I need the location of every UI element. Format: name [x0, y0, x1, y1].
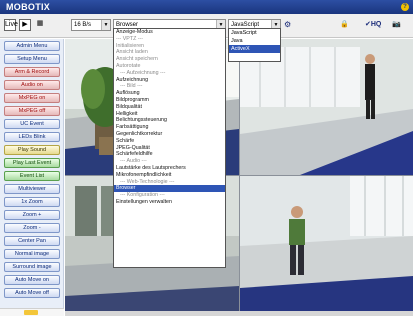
sidebar-button-7[interactable]: LEDs Blink	[4, 132, 60, 142]
sidebar-button-11[interactable]: Multiviewer	[4, 184, 60, 194]
mode-option-15[interactable]: Gegenlichtkorrektur	[114, 131, 225, 138]
chevron-down-icon: ▼	[101, 20, 110, 30]
mode-option-25[interactable]: Einstellungen verwalten	[114, 199, 225, 206]
mode-option-7[interactable]: Aufzeichnung	[114, 77, 225, 84]
lock-icon[interactable]: 🔒	[340, 20, 349, 28]
mode-option-2: Initialisieren	[116, 42, 144, 49]
sidebar-button-9[interactable]: Play Last Event	[4, 158, 60, 168]
sidebar-button-0[interactable]: Admin Menu	[4, 41, 60, 51]
mode-option-22: --- Web-Technologie ---	[120, 178, 175, 185]
mode-option-21[interactable]: Mikrofonempfindlichkeit	[114, 172, 225, 179]
sidebar-button-3[interactable]: Audio on	[4, 80, 60, 90]
sidebar-button-12[interactable]: 1x Zoom	[4, 197, 60, 207]
mode-option-1: --- VPTZ ---	[116, 35, 144, 42]
footer-bar	[65, 311, 413, 316]
vhq-toggle[interactable]: ✔HQ	[365, 20, 381, 28]
sidebar-button-4[interactable]: MxPEG on	[4, 93, 60, 103]
mode-option-11[interactable]: Bildqualität	[114, 104, 225, 111]
script-option-1[interactable]: Java	[229, 37, 280, 45]
fps-value: 16 B/s	[74, 22, 92, 28]
sidebar-button-13[interactable]: Zoom +	[4, 210, 60, 220]
mode-option-6: --- Aufzeichnung ---	[120, 69, 166, 76]
sidebar-button-8[interactable]: Play Sound	[4, 145, 60, 155]
grid-icon[interactable]: ▦	[34, 19, 46, 31]
help-icon[interactable]: ?	[401, 3, 409, 11]
sidebar-button-16[interactable]: Normal image	[4, 249, 60, 259]
mode-option-9[interactable]: Auflösung	[114, 90, 225, 97]
fps-select[interactable]: 16 B/s ▼	[71, 19, 111, 31]
mode-option-10[interactable]: Bildprogramm	[114, 97, 225, 104]
script-option-0[interactable]: JavaScript	[229, 29, 280, 37]
sidebar-button-6[interactable]: UC Event	[4, 119, 60, 129]
mode-option-5: Autorotate	[116, 62, 141, 69]
brand-logo: MOBOTIX	[6, 2, 51, 12]
sidebar: Admin Menu Setup Menu Arm & Record Audio on…	[0, 39, 64, 316]
mode-option-4: Ansicht speichern	[116, 56, 158, 63]
mode-option-19: --- Audio ---	[120, 158, 147, 165]
mode-option-20[interactable]: Lautstärke des Lautsprechers	[114, 165, 225, 172]
sidebar-button-19[interactable]: Auto Move off	[4, 288, 60, 298]
sidebar-button-2[interactable]: Arm & Record	[4, 67, 60, 77]
mode-option-12[interactable]: Helligkeit	[114, 111, 225, 118]
sidebar-footer	[0, 308, 64, 316]
sidebar-button-1[interactable]: Setup Menu	[4, 54, 60, 64]
mode-option-23[interactable]: Browser	[114, 185, 225, 193]
camera-icon[interactable]: 📷	[392, 20, 401, 28]
lobby-scene-image	[240, 176, 413, 311]
mode-option-0[interactable]: Anzeige-Modus	[114, 29, 225, 36]
mode-option-24: --- Konfiguration ---	[120, 192, 165, 199]
mode-dropdown-menu[interactable]: Anzeige-Modus --- VPTZ --- Initialisieren A…	[113, 28, 226, 268]
sidebar-button-18[interactable]: Auto Move on	[4, 275, 60, 285]
sidebar-button-17[interactable]: Surround image	[4, 262, 60, 272]
script-dropdown-menu[interactable]: JavaScript Java ActiveX	[228, 28, 281, 62]
title-bar: MOBOTIX ?	[0, 0, 413, 14]
mode-option-8: --- Bild ---	[120, 83, 143, 90]
mode-option-16[interactable]: Schärfe	[114, 138, 225, 145]
sidebar-button-5[interactable]: MxPEG off	[4, 106, 60, 116]
mode-option-13[interactable]: Belichtungssteuerung	[114, 117, 225, 124]
settings-icon[interactable]: ⚙	[284, 20, 291, 29]
status-indicator	[24, 310, 38, 315]
sidebar-button-14[interactable]: Zoom -	[4, 223, 60, 233]
sidebar-button-15[interactable]: Center Pan	[4, 236, 60, 246]
mode-option-3: Ansicht laden	[116, 49, 148, 56]
mode-option-14[interactable]: Farbsättigung	[114, 124, 225, 131]
camera-feed-lobby	[240, 176, 413, 311]
sidebar-button-10[interactable]: Event List	[4, 171, 60, 181]
mode-option-18[interactable]: Schärfefeldhilfe	[114, 151, 225, 158]
script-option-2[interactable]: ActiveX	[229, 45, 280, 53]
play-icon[interactable]: ▶	[19, 19, 31, 31]
live-icon[interactable]: Live	[4, 19, 18, 31]
mode-option-17[interactable]: JPEG-Qualität	[114, 145, 225, 152]
